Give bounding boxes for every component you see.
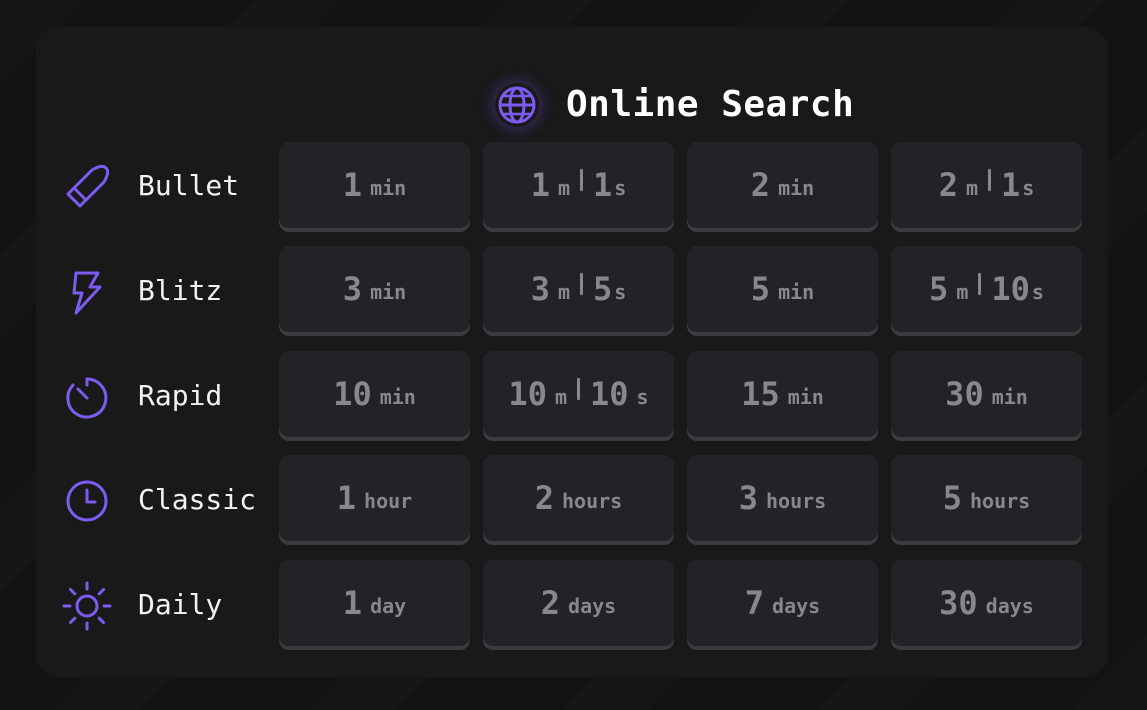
time-unit: days xyxy=(568,594,617,618)
separator xyxy=(577,378,580,400)
lightning-icon xyxy=(62,267,112,317)
increment-value: 10 xyxy=(991,270,1030,308)
time-unit: day xyxy=(370,594,407,618)
time-value: 7 xyxy=(744,584,765,622)
time-control-button[interactable]: 2 hours xyxy=(483,455,674,541)
increment-unit: s xyxy=(1031,280,1044,304)
time-unit: min xyxy=(778,176,815,200)
clock-icon xyxy=(62,476,112,526)
time-unit: m xyxy=(956,280,969,304)
time-unit: days xyxy=(985,594,1034,618)
category-label: Blitz xyxy=(138,274,223,307)
sun-icon xyxy=(62,581,112,631)
increment-value: 1 xyxy=(593,166,613,204)
time-control-button[interactable]: 3 hours xyxy=(687,455,878,541)
increment-value: 5 xyxy=(593,270,613,308)
separator xyxy=(978,273,982,295)
category-label: Daily xyxy=(138,588,223,621)
separator xyxy=(580,273,583,295)
time-value: 3 xyxy=(738,479,759,517)
time-control-button[interactable]: 1 day xyxy=(279,560,470,646)
time-value: 2 xyxy=(534,479,555,517)
category-label: Classic xyxy=(138,483,257,516)
time-control-button[interactable]: 7 days xyxy=(687,560,878,646)
time-unit: days xyxy=(772,594,821,618)
time-value: 2 xyxy=(750,166,771,204)
time-control-button[interactable]: 1 m 1 s xyxy=(483,142,674,228)
increment-unit: s xyxy=(636,385,649,409)
time-control-button[interactable]: 15 min xyxy=(687,351,878,437)
time-value: 5 xyxy=(942,479,963,517)
time-value: 1 xyxy=(530,166,550,204)
time-control-button[interactable]: 3 m 5 s xyxy=(483,246,674,332)
time-value: 2 xyxy=(938,166,958,204)
separator xyxy=(988,169,991,191)
time-unit: hours xyxy=(766,489,827,513)
time-value: 1 xyxy=(336,479,357,517)
increment-unit: s xyxy=(1022,176,1035,200)
time-unit: min xyxy=(370,176,407,200)
time-unit: m xyxy=(965,176,978,200)
time-unit: min xyxy=(778,280,815,304)
time-control-button[interactable]: 5 hours xyxy=(891,455,1082,541)
increment-value: 1 xyxy=(1001,166,1021,204)
time-control-button[interactable]: 1 min xyxy=(279,142,470,228)
time-control-button[interactable]: 30 days xyxy=(891,560,1082,646)
time-unit: min xyxy=(991,385,1028,409)
time-control-button[interactable]: 3 min xyxy=(279,246,470,332)
time-unit: min xyxy=(787,385,824,409)
time-value: 5 xyxy=(929,270,949,308)
time-value: 30 xyxy=(945,375,984,413)
time-value: 10 xyxy=(508,375,547,413)
page-title: Online Search xyxy=(566,84,855,125)
timer-icon xyxy=(62,372,112,422)
time-control-button[interactable]: 5 min xyxy=(687,246,878,332)
time-unit: m xyxy=(557,176,570,200)
time-value: 30 xyxy=(939,584,978,622)
time-control-button[interactable]: 1 hour xyxy=(279,455,470,541)
time-unit: min xyxy=(370,280,407,304)
separator xyxy=(580,169,583,191)
time-unit: min xyxy=(379,385,416,409)
time-value: 5 xyxy=(750,270,771,308)
time-control-button[interactable]: 2 min xyxy=(687,142,878,228)
time-value: 1 xyxy=(342,166,363,204)
increment-unit: s xyxy=(614,280,627,304)
time-value: 15 xyxy=(741,375,780,413)
time-control-button[interactable]: 10 min xyxy=(279,351,470,437)
header: Online Search xyxy=(36,79,1108,135)
globe-icon xyxy=(495,83,539,127)
time-value: 2 xyxy=(540,584,561,622)
time-control-button[interactable]: 5 m 10 s xyxy=(891,246,1082,332)
category-label: Bullet xyxy=(138,169,240,202)
increment-unit: s xyxy=(614,176,627,200)
time-value: 1 xyxy=(342,584,363,622)
category-label: Rapid xyxy=(138,379,223,412)
time-unit: hours xyxy=(562,489,623,513)
time-value: 10 xyxy=(333,375,372,413)
time-value: 3 xyxy=(342,270,363,308)
time-unit: m xyxy=(557,280,570,304)
time-unit: hour xyxy=(364,489,413,513)
time-unit: m xyxy=(554,385,567,409)
increment-value: 10 xyxy=(590,375,629,413)
time-control-button[interactable]: 2 days xyxy=(483,560,674,646)
time-control-button[interactable]: 10 m 10 s xyxy=(483,351,674,437)
time-control-button[interactable]: 2 m 1 s xyxy=(891,142,1082,228)
time-unit: hours xyxy=(970,489,1031,513)
online-search-panel: Online Search Bullet Blitz Rapid Classic… xyxy=(36,27,1108,677)
time-value: 3 xyxy=(530,270,550,308)
time-control-button[interactable]: 30 min xyxy=(891,351,1082,437)
bullet-icon xyxy=(62,162,112,212)
